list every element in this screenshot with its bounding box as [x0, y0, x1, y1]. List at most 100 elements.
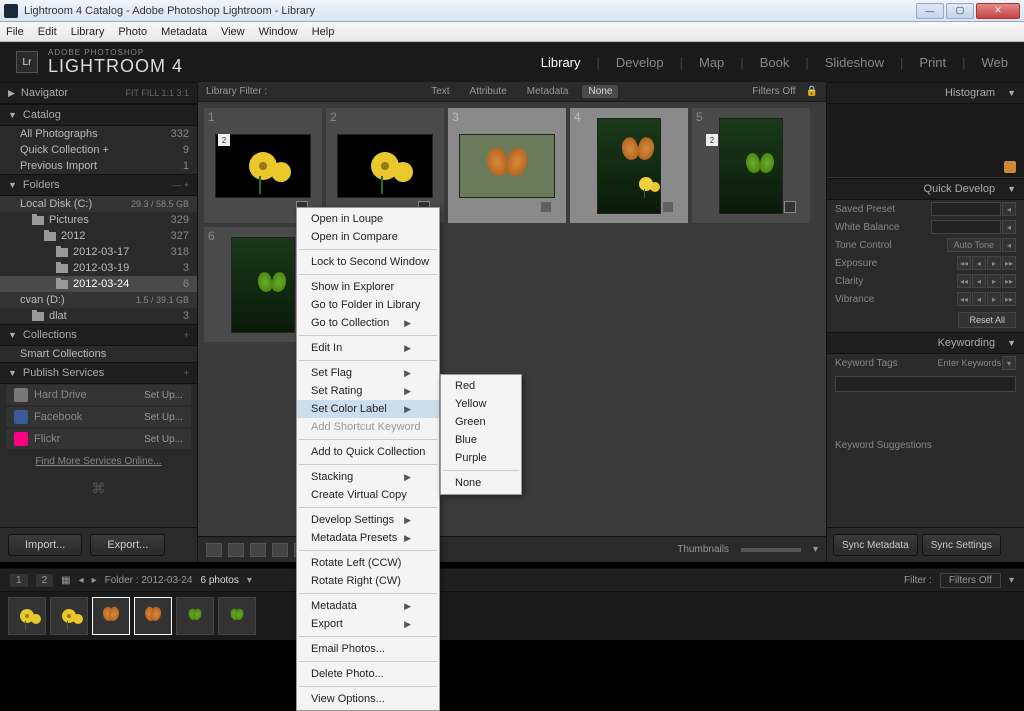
menu-item[interactable]: Set Flag▶	[297, 364, 439, 382]
menu-item[interactable]: Go to Collection▶	[297, 314, 439, 332]
sync-settings-button[interactable]: Sync Settings	[922, 534, 1001, 556]
stack-badge[interactable]: 2	[218, 134, 230, 146]
drive-cvan-d[interactable]: cvan (D:)1.5 / 39.1 GB	[0, 292, 197, 308]
filmstrip-filters-off[interactable]: Filters Off	[940, 573, 1001, 588]
step-down-big[interactable]: ◂◂	[957, 274, 971, 288]
menu-item[interactable]: Export▶	[297, 615, 439, 633]
wb-select[interactable]	[931, 220, 1001, 234]
find-more-services-link[interactable]: Find More Services Online...	[0, 450, 197, 473]
menu-item-yellow[interactable]: Yellow	[441, 395, 521, 413]
expand-icon[interactable]	[784, 201, 796, 213]
source-menu-icon[interactable]: ▾	[247, 575, 252, 586]
step-up-big[interactable]: ▸▸	[1002, 256, 1016, 270]
export-button[interactable]: Export...	[90, 534, 165, 556]
step-up-big[interactable]: ▸▸	[1002, 274, 1016, 288]
menu-item[interactable]: Metadata▶	[297, 597, 439, 615]
filmstrip[interactable]	[0, 592, 1024, 640]
step-up-big[interactable]: ▸▸	[1002, 292, 1016, 306]
filmstrip-thumb[interactable]	[176, 597, 214, 635]
survey-view-icon[interactable]	[272, 543, 288, 557]
grid-cell[interactable]: 4	[570, 108, 688, 223]
module-map[interactable]: Map	[699, 55, 724, 70]
module-book[interactable]: Book	[760, 55, 790, 70]
stack-badge[interactable]: 2	[706, 134, 718, 146]
clipping-warning-icon[interactable]	[1004, 161, 1016, 173]
expand-icon[interactable]	[662, 201, 674, 213]
window-close[interactable]: ✕	[976, 3, 1020, 19]
window-maximize[interactable]: ▢	[946, 3, 974, 19]
folder-2012-03-19[interactable]: 2012-03-193	[0, 260, 197, 276]
menu-item[interactable]: Go to Folder in Library	[297, 296, 439, 314]
keywording-header[interactable]: Keywording ▼	[827, 332, 1024, 354]
grid-view-icon[interactable]	[206, 543, 222, 557]
quick-develop-header[interactable]: Quick Develop ▼	[827, 178, 1024, 200]
module-slideshow[interactable]: Slideshow	[825, 55, 884, 70]
menu-item[interactable]: Set Color Label▶	[297, 400, 439, 418]
publish-facebook[interactable]: FacebookSet Up...	[6, 407, 191, 427]
context-submenu-color-label[interactable]: RedYellowGreenBluePurpleNone	[440, 374, 522, 495]
catalog-quick-collection[interactable]: Quick Collection +9	[0, 142, 197, 158]
step-down[interactable]: ◂	[972, 292, 986, 306]
disclosure-icon[interactable]: ◂	[1002, 238, 1016, 252]
menu-file[interactable]: File	[6, 26, 24, 38]
filmstrip-filter-menu-icon[interactable]: ▾	[1009, 575, 1014, 586]
folder-2012[interactable]: 2012327	[0, 228, 197, 244]
menu-item-blue[interactable]: Blue	[441, 431, 521, 449]
filter-attribute[interactable]: Attribute	[464, 85, 513, 98]
module-web[interactable]: Web	[982, 55, 1009, 70]
folder-dlat[interactable]: dlat3	[0, 308, 197, 324]
keyword-input[interactable]	[835, 376, 1016, 392]
menu-help[interactable]: Help	[312, 26, 335, 38]
menu-item[interactable]: View Options...	[297, 690, 439, 708]
window-2-toggle[interactable]: 2	[36, 574, 54, 587]
menu-item-green[interactable]: Green	[441, 413, 521, 431]
filter-text[interactable]: Text	[425, 85, 455, 98]
go-forward-icon[interactable]: ▸	[92, 575, 97, 586]
menu-item-purple[interactable]: Purple	[441, 449, 521, 467]
module-print[interactable]: Print	[919, 55, 946, 70]
menu-library[interactable]: Library	[71, 26, 105, 38]
import-button[interactable]: Import...	[8, 534, 82, 556]
filmstrip-thumb[interactable]	[92, 597, 130, 635]
reset-all-button[interactable]: Reset All	[958, 312, 1016, 328]
compare-view-icon[interactable]	[250, 543, 266, 557]
grid-mode-icon[interactable]: ▦	[61, 575, 70, 586]
step-up[interactable]: ▸	[987, 292, 1001, 306]
grid-cell[interactable]: 3	[448, 108, 566, 223]
window-1-toggle[interactable]: 1	[10, 574, 28, 587]
grid-cell[interactable]: 1 2	[204, 108, 322, 223]
navigator-zoom-options[interactable]: FIT FILL 1:1 3:1	[125, 88, 189, 98]
menu-item[interactable]: Set Rating▶	[297, 382, 439, 400]
menu-item[interactable]: Create Virtual Copy	[297, 486, 439, 504]
publish-add-icon[interactable]: +	[184, 368, 189, 378]
filmstrip-thumb[interactable]	[134, 597, 172, 635]
drive-local-c[interactable]: Local Disk (C:)29.3 / 58.5 GB	[0, 196, 197, 212]
catalog-all-photographs[interactable]: All Photographs332	[0, 126, 197, 142]
step-down-big[interactable]: ◂◂	[957, 292, 971, 306]
publish-flickr[interactable]: FlickrSet Up...	[6, 429, 191, 449]
menu-item[interactable]: Stacking▶	[297, 468, 439, 486]
menu-item[interactable]: Develop Settings▶	[297, 511, 439, 529]
thumbnail-size-slider[interactable]	[741, 548, 801, 552]
menu-item[interactable]: Open in Compare	[297, 228, 439, 246]
navigator-header[interactable]: ▶ Navigator FIT FILL 1:1 3:1	[0, 82, 197, 104]
menu-item[interactable]: Metadata Presets▶	[297, 529, 439, 547]
menu-item[interactable]: Add to Quick Collection	[297, 443, 439, 461]
histogram-header[interactable]: Histogram ▼	[827, 82, 1024, 104]
menu-item[interactable]: Rotate Left (CCW)	[297, 554, 439, 572]
menu-view[interactable]: View	[221, 26, 245, 38]
catalog-previous-import[interactable]: Previous Import1	[0, 158, 197, 174]
collections-header[interactable]: ▼ Collections +	[0, 324, 197, 346]
publish-header[interactable]: ▼ Publish Services +	[0, 362, 197, 384]
auto-tone-button[interactable]: Auto Tone	[947, 238, 1001, 252]
step-down-big[interactable]: ◂◂	[957, 256, 971, 270]
menu-item-none[interactable]: None	[441, 474, 521, 492]
menu-item[interactable]: Rotate Right (CW)	[297, 572, 439, 590]
go-back-icon[interactable]: ◂	[79, 575, 84, 586]
menu-item[interactable]: Show in Explorer	[297, 278, 439, 296]
folders-header[interactable]: ▼ Folders — +	[0, 174, 197, 196]
menu-edit[interactable]: Edit	[38, 26, 57, 38]
folder-2012-03-17[interactable]: 2012-03-17318	[0, 244, 197, 260]
menu-item[interactable]: Edit In▶	[297, 339, 439, 357]
toolbar-menu-icon[interactable]: ▾	[813, 544, 818, 555]
